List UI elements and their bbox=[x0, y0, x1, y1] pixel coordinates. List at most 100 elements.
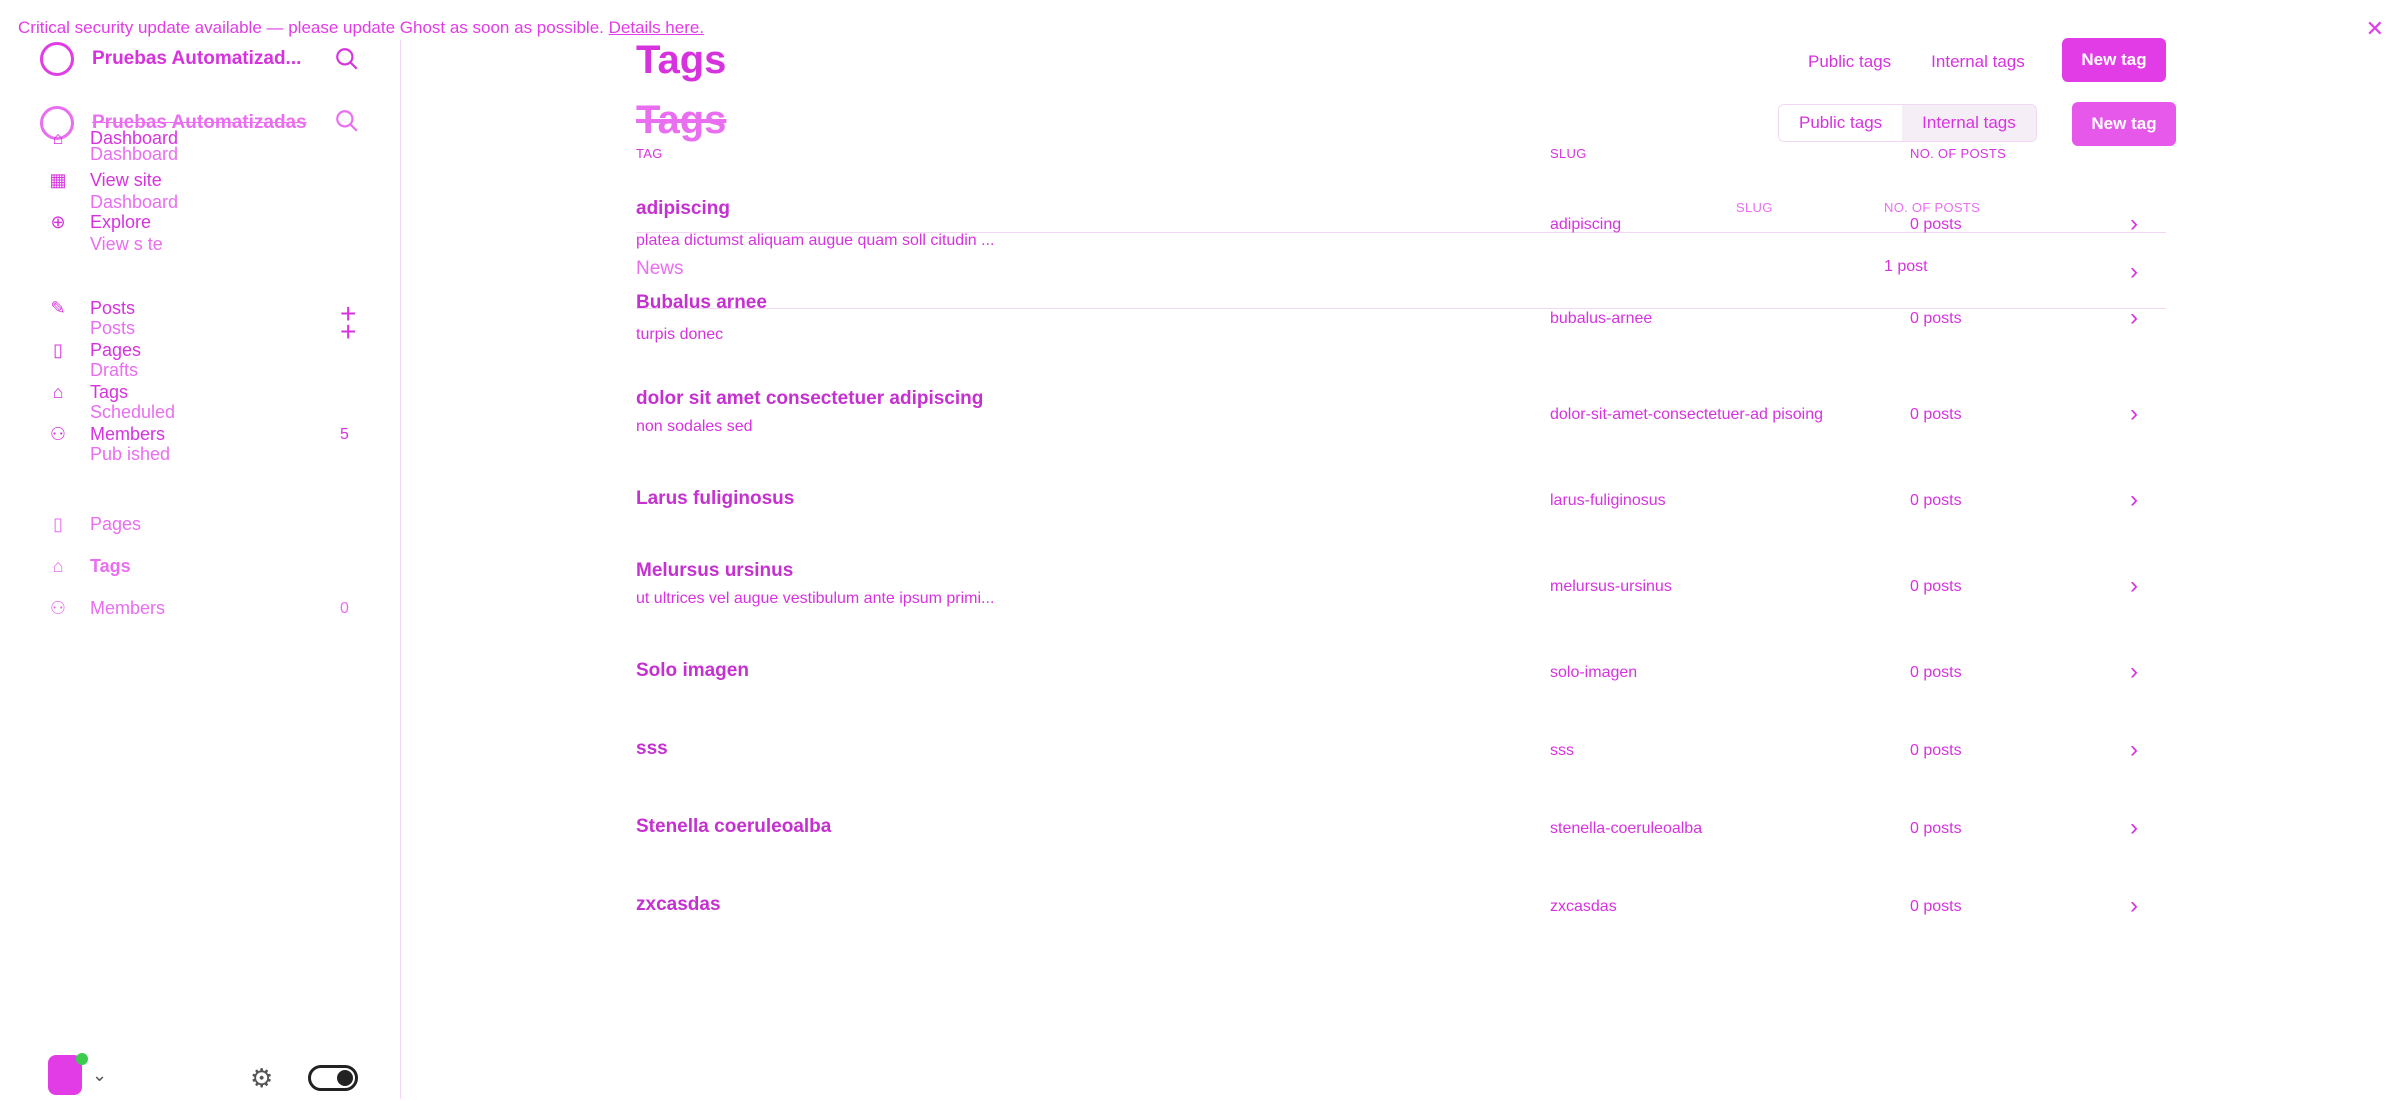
sidebar-item-view-site[interactable]: ▦ View site bbox=[48, 170, 162, 191]
chevron-right-icon[interactable]: › bbox=[2130, 304, 2138, 332]
avatar[interactable] bbox=[48, 1053, 88, 1095]
tag-ghost-icon: ⌂ bbox=[52, 556, 64, 576]
new-tag-button[interactable]: New tag bbox=[2062, 38, 2166, 82]
tag-name[interactable]: dolor sit amet consectetuer adipiscing bbox=[636, 388, 983, 410]
sidebar-item-posts[interactable]: ✎ Posts bbox=[48, 298, 135, 319]
ghost-label: Scheduled bbox=[90, 402, 176, 422]
members-count: 5 bbox=[340, 426, 349, 443]
window-icon: ▦ bbox=[49, 170, 67, 190]
members-ghost-icon: ⚇ bbox=[49, 598, 67, 618]
tag-posts: 0 posts bbox=[1910, 664, 1962, 681]
chevron-right-icon[interactable]: › bbox=[2130, 892, 2138, 920]
chevron-right-icon[interactable]: › bbox=[2130, 400, 2138, 428]
members-icon: ⚇ bbox=[49, 424, 67, 444]
members-ghost-count: 0 bbox=[340, 600, 349, 617]
tag-slug: adipiscing bbox=[1550, 216, 1622, 233]
sidebar-item-label: Posts bbox=[90, 298, 136, 318]
column-header-slug: SLUG bbox=[1550, 146, 1587, 161]
alert-text: Critical security update available — ple… bbox=[18, 18, 604, 37]
new-tag-button-ghost: New tag bbox=[2072, 102, 2176, 146]
sidebar-item-tags[interactable]: ⌂ Tags bbox=[48, 382, 128, 403]
sidebar: Pruebas Automatizad... Pruebas Automatiz… bbox=[0, 40, 401, 1099]
page-icon: ▯ bbox=[53, 340, 63, 360]
ghost-label: Dashboard bbox=[90, 144, 179, 164]
sidebar-ghost-members: ⚇ Members bbox=[48, 598, 165, 619]
ghost-label: Drafts bbox=[90, 360, 139, 380]
tag-slug: dolor-sit-amet-consectetuer-ad pisoing bbox=[1550, 406, 1824, 423]
sidebar-item-label: Members bbox=[90, 424, 166, 444]
sidebar-ghost-tags: ⌂ Tags bbox=[48, 556, 131, 577]
new-post-plus-ghost-icon: + bbox=[340, 316, 357, 347]
ghost-label: Tags bbox=[90, 556, 131, 576]
dark-mode-toggle[interactable] bbox=[308, 1065, 358, 1091]
tag-posts: 0 posts bbox=[1910, 216, 1962, 233]
sidebar-ghost-pages: ▯ Pages bbox=[48, 514, 141, 535]
sidebar-ghost-posts: Posts bbox=[90, 318, 135, 339]
close-icon[interactable]: ✕ bbox=[2366, 16, 2384, 42]
tag-name[interactable]: zxcasdas bbox=[636, 894, 721, 916]
tag-icon: ⌂ bbox=[52, 382, 64, 402]
edit-icon: ✎ bbox=[50, 298, 66, 318]
tag-slug: stenella-coeruleoalba bbox=[1550, 820, 1703, 837]
ghost-label: Pages bbox=[90, 514, 142, 534]
tag-name[interactable]: sss bbox=[636, 738, 668, 760]
search-icon[interactable] bbox=[334, 46, 360, 72]
site-header[interactable]: Pruebas Automatizad... bbox=[40, 42, 301, 76]
ghost-label: Pub ished bbox=[90, 444, 171, 464]
chevron-right-icon[interactable]: › bbox=[2130, 814, 2138, 842]
sidebar-ghost-drafts: Drafts bbox=[90, 360, 138, 381]
tag-slug: bubalus-arnee bbox=[1550, 310, 1653, 327]
tab-internal-tags[interactable]: Internal tags bbox=[1911, 44, 2045, 80]
ghost-tag-posts: 1 post bbox=[1884, 258, 1928, 275]
sidebar-item-label: View site bbox=[90, 170, 162, 190]
main-content: Tags Tags Public tags Internal tags New … bbox=[636, 0, 2176, 1099]
tab-public-tags[interactable]: Public tags bbox=[1788, 44, 1912, 80]
ghost-label: Members bbox=[90, 598, 166, 618]
tag-posts: 0 posts bbox=[1910, 898, 1962, 915]
chevron-right-icon[interactable]: › bbox=[2130, 658, 2138, 686]
page-ghost-icon: ▯ bbox=[53, 514, 63, 534]
gear-icon[interactable]: ⚙ bbox=[250, 1063, 273, 1094]
sidebar-item-members[interactable]: ⚇ Members bbox=[48, 424, 165, 445]
ghost-label: View s te bbox=[90, 234, 163, 254]
tag-description: non sodales sed bbox=[636, 418, 753, 435]
tag-name[interactable]: Solo imagen bbox=[636, 660, 749, 682]
sidebar-item-label: Explore bbox=[90, 212, 152, 232]
column-header-posts-ghost: NO. OF POSTS bbox=[1884, 200, 1981, 215]
chevron-right-icon: › bbox=[2130, 258, 2138, 285]
tag-name[interactable]: Stenella coeruleoalba bbox=[636, 816, 831, 838]
tag-name[interactable]: Melursus ursinus bbox=[636, 560, 793, 582]
globe-icon: ⊕ bbox=[50, 212, 66, 232]
chevron-right-icon[interactable]: › bbox=[2130, 210, 2138, 238]
tag-posts: 0 posts bbox=[1910, 742, 1962, 759]
tag-posts: 0 posts bbox=[1910, 820, 1962, 837]
column-header-tag: TAG bbox=[636, 146, 663, 161]
sidebar-ghost-view-site: View s te bbox=[90, 234, 163, 255]
tag-name[interactable]: Larus fuliginosus bbox=[636, 488, 794, 510]
column-header-slug-ghost: SLUG bbox=[1736, 200, 1773, 215]
tag-slug: sss bbox=[1550, 742, 1574, 759]
tag-slug: solo-imagen bbox=[1550, 664, 1638, 681]
tag-type-tabs: Public tags Internal tags bbox=[1788, 44, 2045, 80]
sidebar-footer: ⌄ ⚙ bbox=[40, 1053, 370, 1101]
tag-name[interactable]: Bubalus arnee bbox=[636, 292, 767, 314]
tag-type-tabs-ghost: Public tags Internal tags bbox=[1778, 104, 2037, 142]
dashboard-icon: ⌂ bbox=[52, 128, 64, 148]
tag-posts: 0 posts bbox=[1910, 492, 1962, 509]
security-alert-banner: Critical security update available — ple… bbox=[18, 18, 704, 38]
search-ghost-icon bbox=[336, 110, 358, 132]
chevron-right-icon[interactable]: › bbox=[2130, 486, 2138, 514]
tag-description: platea dictumst aliquam augue quam soll … bbox=[636, 232, 995, 249]
tag-posts: 0 posts bbox=[1910, 578, 1962, 595]
tag-posts: 0 posts bbox=[1910, 310, 1962, 327]
chevron-right-icon[interactable]: › bbox=[2130, 736, 2138, 764]
tag-name[interactable]: adipiscing bbox=[636, 198, 730, 220]
divider bbox=[636, 308, 2166, 309]
chevron-right-icon[interactable]: › bbox=[2130, 572, 2138, 600]
column-header-posts: NO. OF POSTS bbox=[1910, 146, 2007, 161]
sidebar-item-explore[interactable]: ⊕ Explore bbox=[48, 212, 151, 233]
ghost-tag-name: News bbox=[636, 258, 684, 279]
sidebar-item-pages[interactable]: ▯ Pages bbox=[48, 340, 141, 361]
chevron-down-icon[interactable]: ⌄ bbox=[92, 1065, 107, 1086]
sidebar-item-label: Pages bbox=[90, 340, 142, 360]
